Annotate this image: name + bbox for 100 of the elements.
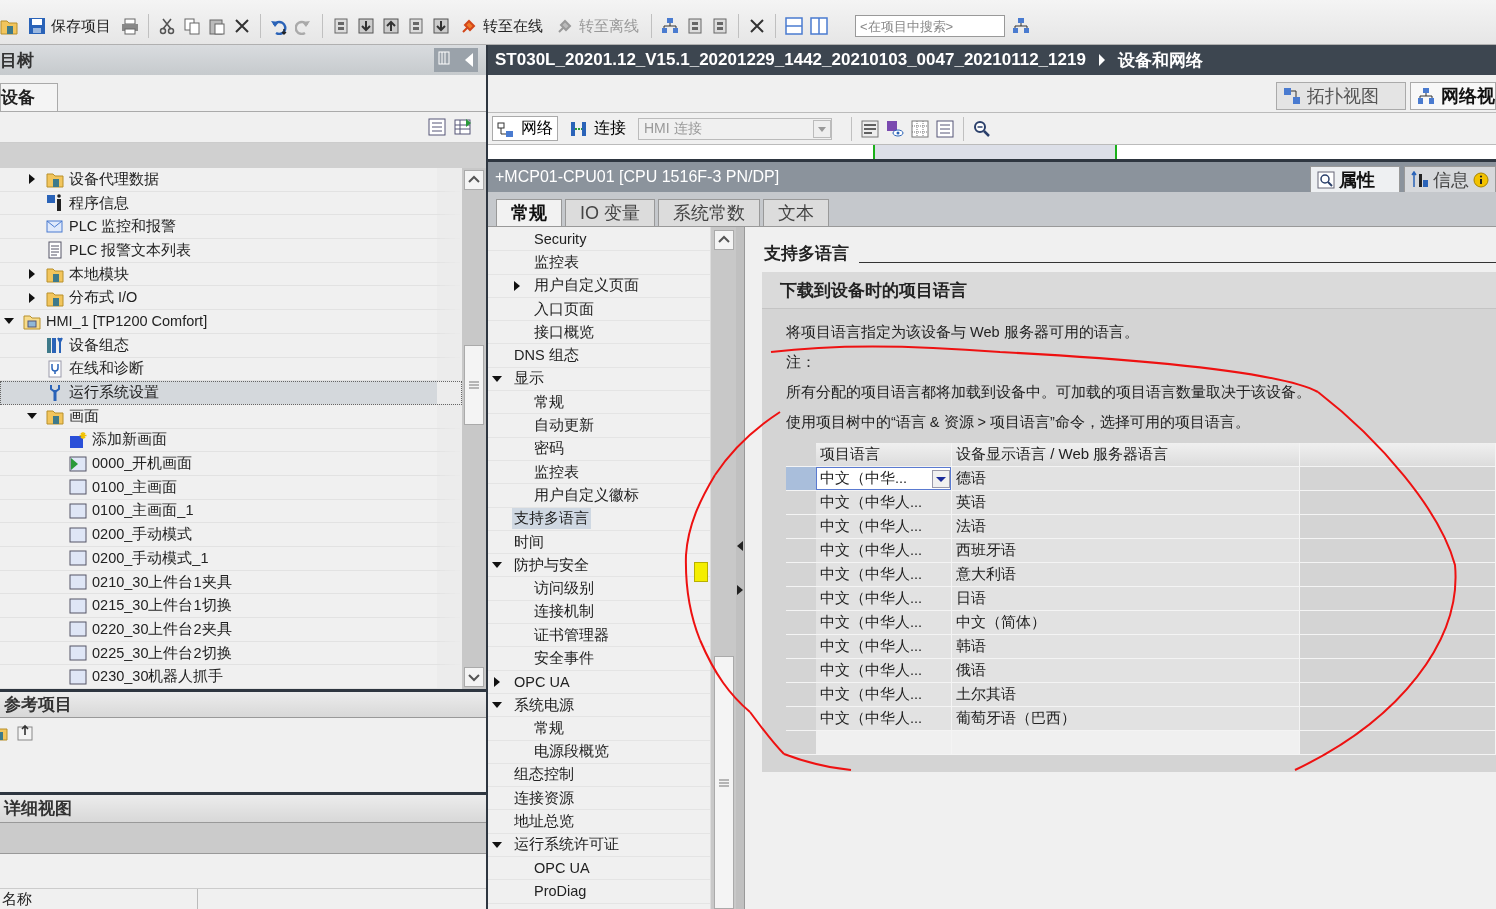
folder-icon[interactable] <box>0 17 18 35</box>
nav-item[interactable]: DNS 组态 <box>512 345 581 367</box>
expand-arrow-icon[interactable] <box>27 292 37 303</box>
expand-arrow-icon[interactable] <box>737 585 743 595</box>
view-tab[interactable]: 拓扑视图 <box>1276 82 1406 110</box>
nav-item[interactable]: 连接资源 <box>512 787 576 809</box>
table-cell: 中文（中华人... <box>816 491 952 515</box>
name-label-icon[interactable] <box>861 119 879 138</box>
download-icon[interactable] <box>357 17 375 35</box>
nav-item[interactable]: 电源段概览 <box>532 741 611 763</box>
import-icon[interactable] <box>16 723 34 741</box>
nav-item[interactable]: 显示 <box>512 368 546 390</box>
nav-item[interactable]: 接口概览 <box>532 321 596 343</box>
save-project-button[interactable]: 保存项目 <box>25 14 114 38</box>
expand-arrow-icon[interactable] <box>27 174 37 185</box>
go-online-button[interactable]: 转至在线 <box>457 14 546 38</box>
search-field[interactable]: <在项目中搜索> <box>855 15 1005 37</box>
breadcrumb-item[interactable]: 设备和网络 <box>1117 48 1203 72</box>
nav-item[interactable]: 用户自定义徽标 <box>532 484 641 506</box>
nav-item[interactable]: 用户自定义页面 <box>532 275 641 297</box>
column-header[interactable]: 项目语言 <box>816 443 952 467</box>
mode-button[interactable]: 连接 <box>565 116 631 141</box>
nav-item[interactable]: Security <box>532 230 589 249</box>
delete-icon[interactable] <box>748 17 766 35</box>
tab[interactable]: IO 变量 <box>565 199 655 226</box>
envelope-icon <box>46 217 64 236</box>
nav-item[interactable]: 连接机制 <box>532 601 596 623</box>
grid-icon[interactable] <box>911 119 929 138</box>
nav-item[interactable]: OPC UA <box>512 672 572 691</box>
module-icon[interactable] <box>711 17 729 35</box>
mode-button[interactable]: 网络 <box>492 116 558 141</box>
screen-icon <box>69 596 87 615</box>
table-icon[interactable] <box>454 118 472 136</box>
clipboard-icon[interactable] <box>208 17 226 35</box>
list-icon[interactable] <box>936 119 954 138</box>
folder-icon <box>23 312 41 331</box>
expand-arrow-icon[interactable] <box>27 269 37 280</box>
delete-icon[interactable] <box>233 17 251 35</box>
scrollbar[interactable] <box>462 168 486 689</box>
screen-icon <box>69 620 87 639</box>
language-dropdown[interactable]: 中文（中华... <box>816 467 951 490</box>
nav-item[interactable]: 入口页面 <box>532 298 596 320</box>
nav-item[interactable]: 安全事件 <box>532 648 596 669</box>
nav-item[interactable]: 支持多语言 <box>512 508 591 530</box>
nav-item[interactable]: 监控表 <box>532 461 581 483</box>
zoom-icon[interactable] <box>973 119 991 138</box>
collapse-arrow-icon[interactable] <box>492 839 502 850</box>
view-tab[interactable]: 网络视 <box>1410 82 1496 110</box>
download-icon[interactable] <box>432 17 450 35</box>
copy-icon[interactable] <box>183 17 201 35</box>
nav-item[interactable]: ProDiag <box>532 882 589 901</box>
nav-item[interactable]: 常规 <box>532 391 566 413</box>
nav-item[interactable]: 系统电源 <box>512 694 576 716</box>
list-icon[interactable] <box>428 118 446 136</box>
marker-icon <box>694 562 708 582</box>
scroll-thumb[interactable] <box>713 656 734 909</box>
inspector-tab[interactable]: 信息 <box>1404 166 1496 192</box>
nav-item[interactable]: 常规 <box>532 717 566 739</box>
scissors-icon[interactable] <box>158 17 176 35</box>
hierarchy-icon[interactable] <box>661 17 679 35</box>
pane-title: 目树 <box>0 49 34 72</box>
module-eye-icon[interactable] <box>886 119 904 138</box>
module-icon[interactable] <box>686 17 704 35</box>
expand-arrow-icon[interactable] <box>512 280 522 291</box>
column-header[interactable]: 名称 <box>0 889 198 909</box>
printer-icon[interactable] <box>121 17 139 35</box>
nav-item[interactable]: 密码 <box>532 438 566 460</box>
nav-item[interactable]: 时间 <box>512 531 546 553</box>
collapse-arrow-icon[interactable] <box>492 373 502 384</box>
nav-item[interactable]: 监控表 <box>532 251 581 273</box>
tab[interactable]: 文本 <box>763 199 829 226</box>
hierarchy-icon[interactable] <box>1012 17 1030 35</box>
scrollbar[interactable] <box>711 227 736 909</box>
breadcrumb-item[interactable]: ST030L_20201.12_V15.1_20201229_1442_20210103_0047_20210112_1219 <box>495 50 1086 70</box>
nav-item[interactable]: 地址总览 <box>512 811 576 833</box>
tree-item[interactable]: 运行系统设置 <box>0 381 462 405</box>
nav-item[interactable]: 证书管理器 <box>532 624 611 646</box>
nav-item[interactable]: 组态控制 <box>512 764 576 786</box>
devices-tab[interactable]: 设备 <box>0 83 58 111</box>
table-cell: 中文（中华人... <box>816 707 952 731</box>
nav-item[interactable]: 防护与安全 <box>512 554 591 576</box>
tab[interactable]: 系统常数 <box>658 199 760 226</box>
upload-icon[interactable] <box>382 17 400 35</box>
split-vertical-icon[interactable] <box>810 17 828 35</box>
module-icon[interactable] <box>407 17 425 35</box>
nav-item[interactable]: 访问级别 <box>532 578 596 600</box>
paragraph: 注： <box>786 353 817 372</box>
collapse-arrow-icon[interactable] <box>737 541 743 551</box>
module-icon[interactable] <box>332 17 350 35</box>
inspector-tab[interactable]: 属性 <box>1310 166 1400 192</box>
column-header[interactable]: 设备显示语言 / Web 服务器语言 <box>952 443 1300 467</box>
expand-arrow-icon[interactable] <box>492 676 502 687</box>
nav-item[interactable]: 运行系统许可证 <box>512 834 621 856</box>
group-title: 下载到设备时的项目语言 <box>762 272 1496 309</box>
nav-item[interactable]: OPC UA <box>532 859 592 878</box>
save-icon[interactable] <box>28 17 46 35</box>
tab[interactable]: 常规 <box>496 199 562 226</box>
scroll-thumb[interactable] <box>464 345 484 425</box>
split-horizontal-icon[interactable] <box>785 17 803 35</box>
nav-item[interactable]: 自动更新 <box>532 415 596 436</box>
